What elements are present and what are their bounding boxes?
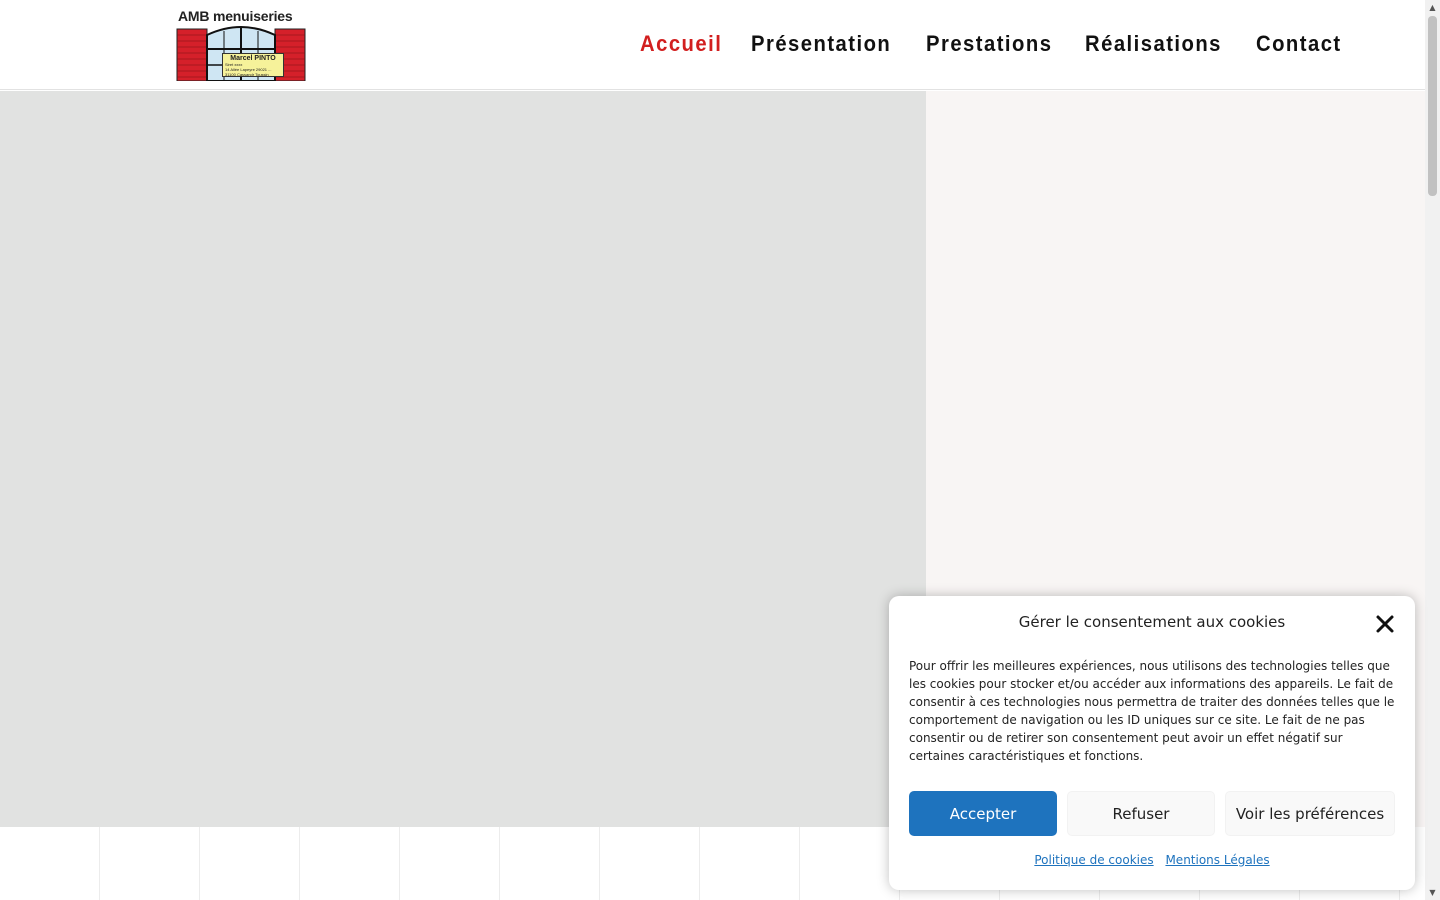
legal-notice-link[interactable]: Mentions Légales [1165, 853, 1269, 867]
scroll-down-arrow-icon[interactable]: ▼ [1425, 885, 1440, 900]
scroll-up-arrow-icon[interactable]: ▲ [1425, 0, 1440, 15]
nav-item-prestations[interactable]: Prestations [926, 31, 1052, 61]
nav-item-contact[interactable]: Contact [1256, 31, 1342, 61]
cookie-links: Politique de cookies Mentions Légales [889, 853, 1415, 867]
logo-title: AMB menuiseries [178, 8, 293, 24]
grid-divider [599, 827, 600, 900]
accept-cookies-button[interactable]: Accepter [909, 791, 1057, 836]
nav-item-accueil[interactable]: Accueil [640, 31, 722, 61]
cookie-dialog-title: Gérer le consentement aux cookies [1018, 613, 1286, 631]
main-nav: Accueil Présentation Prestations Réalisa… [640, 31, 1349, 61]
site-logo[interactable]: AMB menuiseries Marcel PINTO Siret xxxx … [176, 8, 306, 82]
logo-card-name: Marcel PINTO [230, 55, 276, 62]
grid-divider [299, 827, 300, 900]
close-icon[interactable] [1373, 612, 1397, 636]
view-preferences-button[interactable]: Voir les préférences [1225, 791, 1395, 836]
logo-card-line: 31100 Cassandr Toussin [225, 72, 269, 77]
page: AMB menuiseries Marcel PINTO Siret xxxx … [0, 0, 1440, 900]
hero-slider-placeholder [0, 91, 926, 827]
cookie-dialog-text: Pour offrir les meilleures expériences, … [909, 659, 1395, 763]
logo-business-card: Marcel PINTO Siret xxxx 14 Allée Lapeyre… [222, 53, 284, 77]
grid-divider [799, 827, 800, 900]
site-header: AMB menuiseries Marcel PINTO Siret xxxx … [0, 0, 1425, 90]
grid-divider [99, 827, 100, 900]
refuse-cookies-button[interactable]: Refuser [1067, 791, 1215, 836]
grid-divider [499, 827, 500, 900]
grid-divider [399, 827, 400, 900]
grid-divider [699, 827, 700, 900]
nav-item-presentation[interactable]: Présentation [751, 31, 891, 61]
scrollbar-thumb[interactable] [1428, 16, 1437, 196]
cookie-consent-dialog: Gérer le consentement aux cookies Pour o… [889, 596, 1415, 890]
page-scrollbar[interactable]: ▲ ▼ [1425, 0, 1440, 900]
cookie-policy-link[interactable]: Politique de cookies [1034, 853, 1153, 867]
nav-item-realisations[interactable]: Réalisations [1085, 31, 1222, 61]
grid-divider [199, 827, 200, 900]
